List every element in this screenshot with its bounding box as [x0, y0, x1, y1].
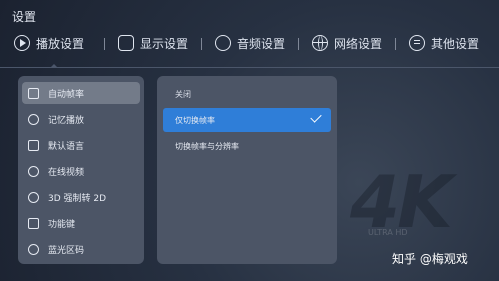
check-icon — [310, 111, 322, 123]
menu-item-label: 3D 强制转 2D — [48, 193, 107, 204]
menu-item-auto-frame-rate[interactable]: 自动帧率 — [22, 82, 140, 104]
menu-item-bluray-region[interactable]: 蓝光区码 — [22, 238, 140, 260]
tab-display-settings[interactable]: 显示设置 — [104, 28, 189, 58]
tab-label: 显示设置 — [140, 36, 189, 51]
bluray-region-icon — [28, 243, 39, 255]
clock-icon — [28, 113, 39, 125]
audio-icon — [215, 35, 231, 51]
settings-tab-bar: 播放设置 显示设置 音频设置 网络设置 其他设置 — [0, 28, 499, 60]
menu-item-label: 记忆播放 — [48, 115, 85, 126]
list-icon — [409, 35, 425, 51]
tab-label: 播放设置 — [36, 36, 85, 51]
option-off[interactable]: 关闭 — [175, 89, 191, 100]
menu-item-label: 在线视频 — [48, 167, 85, 178]
menu-item-3d-to-2d[interactable]: 3D 强制转 2D — [22, 186, 140, 208]
tab-playback-settings[interactable]: 播放设置 — [14, 28, 84, 58]
watermark: 知乎 @梅观戏 — [392, 252, 468, 266]
menu-item-online-video[interactable]: 在线视频 — [22, 160, 140, 182]
menu-item-label: 蓝光区码 — [48, 245, 85, 256]
option-switch-frame-rate-and-resolution[interactable]: 切换帧率与分辨率 — [163, 134, 331, 158]
option-panel: 关闭 仅切换帧率 切换帧率与分辨率 — [157, 76, 337, 264]
display-icon — [118, 35, 134, 51]
tab-label: 网络设置 — [334, 36, 383, 51]
tab-bar-divider — [0, 64, 499, 68]
option-switch-frame-rate-only[interactable]: 仅切换帧率 — [163, 108, 331, 132]
option-label: 仅切换帧率 — [175, 115, 215, 125]
language-icon — [28, 139, 39, 151]
globe-icon — [312, 35, 328, 51]
tab-network-settings[interactable]: 网络设置 — [298, 28, 383, 58]
play-icon — [28, 165, 39, 177]
function-key-icon — [28, 217, 39, 229]
menu-item-resume-playback[interactable]: 记忆播放 — [22, 108, 140, 130]
3d-icon — [28, 191, 39, 203]
tab-other-settings[interactable]: 其他设置 — [395, 28, 480, 58]
page-title: 设置 — [12, 10, 37, 24]
left-settings-menu: 自动帧率 记忆播放 默认语言 在线视频 3D 强制转 2D 功能键 蓝光区码 — [18, 76, 144, 264]
background-4k-subtitle: ULTRA HD — [368, 228, 408, 237]
tab-label: 其他设置 — [431, 36, 480, 51]
menu-item-label: 自动帧率 — [48, 89, 85, 100]
menu-item-label: 默认语言 — [48, 141, 85, 152]
menu-item-function-key[interactable]: 功能键 — [22, 212, 140, 234]
option-label: 切换帧率与分辨率 — [175, 141, 239, 151]
menu-item-default-language[interactable]: 默认语言 — [22, 134, 140, 156]
tab-audio-settings[interactable]: 音频设置 — [201, 28, 286, 58]
play-circle-icon — [14, 35, 30, 51]
tab-label: 音频设置 — [237, 36, 286, 51]
menu-item-label: 功能键 — [48, 219, 76, 230]
auto-frame-rate-icon — [28, 87, 39, 99]
